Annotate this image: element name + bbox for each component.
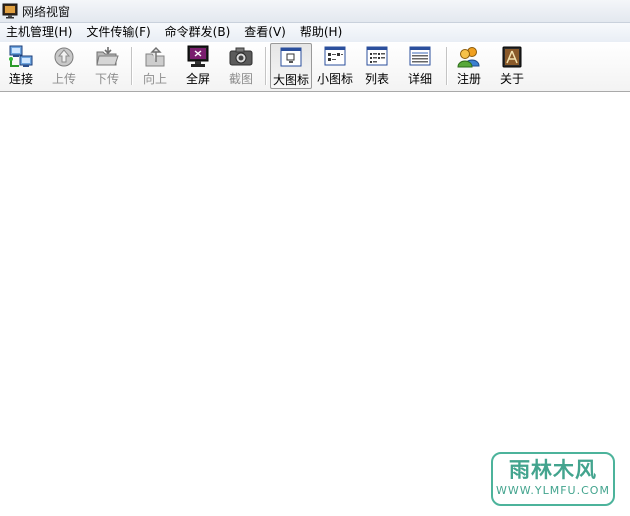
up-label: 向上 bbox=[142, 72, 167, 86]
window-title: 网络视窗 bbox=[22, 4, 71, 19]
toolbar-separator bbox=[265, 47, 266, 85]
app-monitor-icon[interactable] bbox=[2, 3, 18, 19]
watermark-url: WWW.YLMFU.COM bbox=[496, 484, 610, 497]
download-label: 下传 bbox=[94, 72, 119, 86]
about-button[interactable]: 关于 bbox=[492, 43, 532, 89]
large-icons-label: 大图标 bbox=[272, 73, 309, 87]
title-bar: 网络视窗 bbox=[0, 0, 630, 23]
watermark-logo-text: 雨林木风 bbox=[509, 458, 597, 482]
users-icon bbox=[457, 47, 480, 68]
fullscreen-button[interactable]: 全屏 bbox=[178, 43, 218, 89]
large-icons-view-icon bbox=[280, 47, 302, 67]
connect-button[interactable]: 连接 bbox=[1, 43, 41, 89]
upload-icon bbox=[54, 47, 74, 67]
monitor-icon bbox=[187, 45, 209, 67]
watermark-logo: 雨林木风 WWW.YLMFU.COM bbox=[491, 452, 615, 506]
screenshot-label: 截图 bbox=[228, 72, 253, 86]
list-view-icon bbox=[366, 46, 388, 66]
menu-help[interactable]: 帮助(H) bbox=[293, 23, 349, 42]
toolbar-separator bbox=[131, 47, 132, 85]
list-button[interactable]: 列表 bbox=[357, 43, 397, 89]
fullscreen-label: 全屏 bbox=[185, 72, 210, 86]
upload-label: 上传 bbox=[51, 72, 76, 86]
camera-icon bbox=[229, 47, 253, 66]
details-view-icon bbox=[409, 46, 431, 66]
toolbar-separator bbox=[446, 47, 447, 85]
menu-command-broadcast[interactable]: 命令群发(B) bbox=[158, 23, 238, 42]
menu-file-transfer[interactable]: 文件传输(F) bbox=[79, 23, 157, 42]
details-label: 详细 bbox=[407, 72, 432, 86]
upload-button[interactable]: 上传 bbox=[44, 43, 84, 89]
small-icons-view-icon bbox=[324, 46, 346, 66]
large-icons-button[interactable]: 大图标 bbox=[270, 43, 312, 89]
list-label: 列表 bbox=[364, 72, 389, 86]
details-button[interactable]: 详细 bbox=[400, 43, 440, 89]
up-folder-icon bbox=[145, 47, 165, 67]
about-label: 关于 bbox=[499, 72, 524, 86]
menu-view[interactable]: 查看(V) bbox=[237, 23, 293, 42]
download-folder-icon bbox=[96, 47, 119, 66]
small-icons-button[interactable]: 小图标 bbox=[314, 43, 356, 89]
small-icons-label: 小图标 bbox=[316, 72, 353, 86]
toolbar: 连接 上传 下传 向上 全屏 截图 大图标 小图标 列表 详细 注册 关于 bbox=[0, 42, 630, 92]
about-book-icon bbox=[502, 46, 522, 68]
screenshot-button[interactable]: 截图 bbox=[221, 43, 261, 89]
up-button[interactable]: 向上 bbox=[135, 43, 175, 89]
download-button[interactable]: 下传 bbox=[87, 43, 127, 89]
menu-bar: 主机管理(H) 文件传输(F) 命令群发(B) 查看(V) 帮助(H) bbox=[0, 23, 630, 43]
menu-host-management[interactable]: 主机管理(H) bbox=[0, 23, 79, 42]
connect-label: 连接 bbox=[8, 72, 33, 86]
register-label: 注册 bbox=[456, 72, 481, 86]
register-button[interactable]: 注册 bbox=[449, 43, 489, 89]
network-computers-icon bbox=[9, 45, 33, 67]
